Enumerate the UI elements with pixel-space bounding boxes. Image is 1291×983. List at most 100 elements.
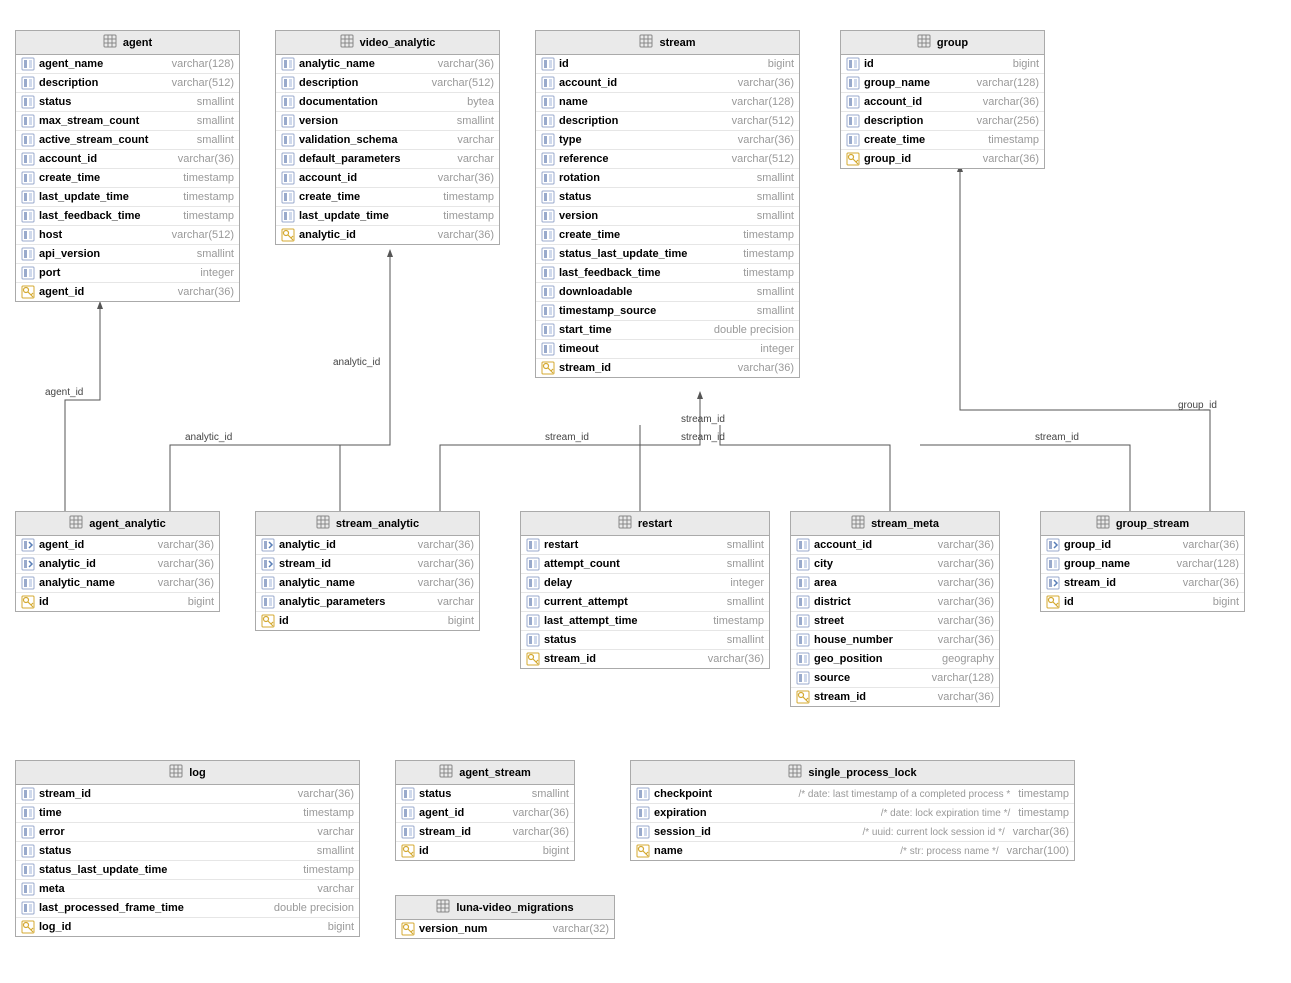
column-row[interactable]: account_id varchar(36) [536, 74, 799, 93]
column-row[interactable]: agent_name varchar(128) [16, 55, 239, 74]
column-row[interactable]: status smallint [16, 93, 239, 112]
column-row[interactable]: reference varchar(512) [536, 150, 799, 169]
column-row[interactable]: account_id varchar(36) [791, 536, 999, 555]
column-row[interactable]: last_attempt_time timestamp [521, 612, 769, 631]
column-row[interactable]: house_number varchar(36) [791, 631, 999, 650]
column-row[interactable]: create_time timestamp [841, 131, 1044, 150]
column-row[interactable]: restart smallint [521, 536, 769, 555]
column-row[interactable]: geo_position geography [791, 650, 999, 669]
table-log[interactable]: log stream_id varchar(36) time timestamp… [15, 760, 360, 937]
column-row[interactable]: max_stream_count smallint [16, 112, 239, 131]
column-row[interactable]: description varchar(256) [841, 112, 1044, 131]
column-row[interactable]: timestamp_source smallint [536, 302, 799, 321]
table-luna_video_migrations[interactable]: luna-video_migrations version_num varcha… [395, 895, 615, 939]
column-row[interactable]: stream_id varchar(36) [256, 555, 479, 574]
column-row[interactable]: active_stream_count smallint [16, 131, 239, 150]
column-row[interactable]: stream_id varchar(36) [536, 359, 799, 377]
column-row[interactable]: analytic_name varchar(36) [276, 55, 499, 74]
column-row[interactable]: version smallint [276, 112, 499, 131]
table-agent_stream[interactable]: agent_stream status smallint agent_id va… [395, 760, 575, 861]
column-row[interactable]: type varchar(36) [536, 131, 799, 150]
column-row[interactable]: analytic_id varchar(36) [276, 226, 499, 244]
column-row[interactable]: status smallint [16, 842, 359, 861]
column-row[interactable]: version_num varchar(32) [396, 920, 614, 938]
column-row[interactable]: attempt_count smallint [521, 555, 769, 574]
column-row[interactable]: status_last_update_time timestamp [16, 861, 359, 880]
column-row[interactable]: time timestamp [16, 804, 359, 823]
column-row[interactable]: delay integer [521, 574, 769, 593]
column-row[interactable]: group_id varchar(36) [1041, 536, 1244, 555]
column-row[interactable]: documentation bytea [276, 93, 499, 112]
column-row[interactable]: session_id /* uuid: current lock session… [631, 823, 1074, 842]
column-row[interactable]: id bigint [536, 55, 799, 74]
column-row[interactable]: id bigint [396, 842, 574, 860]
column-row[interactable]: status smallint [536, 188, 799, 207]
column-row[interactable]: create_time timestamp [16, 169, 239, 188]
column-row[interactable]: stream_id varchar(36) [16, 785, 359, 804]
column-row[interactable]: agent_id varchar(36) [396, 804, 574, 823]
column-row[interactable]: create_time timestamp [536, 226, 799, 245]
column-row[interactable]: account_id varchar(36) [841, 93, 1044, 112]
table-single_process_lock[interactable]: single_process_lock checkpoint /* date: … [630, 760, 1075, 861]
column-row[interactable]: description varchar(512) [276, 74, 499, 93]
column-row[interactable]: group_name varchar(128) [841, 74, 1044, 93]
column-row[interactable]: host varchar(512) [16, 226, 239, 245]
column-row[interactable]: id bigint [16, 593, 219, 611]
column-row[interactable]: rotation smallint [536, 169, 799, 188]
column-row[interactable]: analytic_parameters varchar [256, 593, 479, 612]
column-row[interactable]: stream_id varchar(36) [396, 823, 574, 842]
column-row[interactable]: status smallint [521, 631, 769, 650]
column-row[interactable]: name varchar(128) [536, 93, 799, 112]
column-row[interactable]: account_id varchar(36) [276, 169, 499, 188]
column-row[interactable]: group_name varchar(128) [1041, 555, 1244, 574]
column-row[interactable]: description varchar(512) [536, 112, 799, 131]
column-row[interactable]: last_update_time timestamp [276, 207, 499, 226]
column-row[interactable]: timeout integer [536, 340, 799, 359]
column-row[interactable]: current_attempt smallint [521, 593, 769, 612]
table-agent_analytic[interactable]: agent_analytic agent_id varchar(36) anal… [15, 511, 220, 612]
column-row[interactable]: area varchar(36) [791, 574, 999, 593]
column-row[interactable]: last_processed_frame_time double precisi… [16, 899, 359, 918]
table-group[interactable]: group id bigint group_name varchar(128) … [840, 30, 1045, 169]
table-stream_meta[interactable]: stream_meta account_id varchar(36) city … [790, 511, 1000, 707]
column-row[interactable]: id bigint [256, 612, 479, 630]
table-restart[interactable]: restart restart smallint attempt_count s… [520, 511, 770, 669]
column-row[interactable]: description varchar(512) [16, 74, 239, 93]
column-row[interactable]: name /* str: process name */ varchar(100… [631, 842, 1074, 860]
column-row[interactable]: group_id varchar(36) [841, 150, 1044, 168]
column-row[interactable]: status smallint [396, 785, 574, 804]
column-row[interactable]: port integer [16, 264, 239, 283]
column-row[interactable]: analytic_name varchar(36) [16, 574, 219, 593]
column-row[interactable]: error varchar [16, 823, 359, 842]
column-row[interactable]: source varchar(128) [791, 669, 999, 688]
column-row[interactable]: analytic_id varchar(36) [256, 536, 479, 555]
column-row[interactable]: downloadable smallint [536, 283, 799, 302]
column-row[interactable]: expiration /* date: lock expiration time… [631, 804, 1074, 823]
column-row[interactable]: log_id bigint [16, 918, 359, 936]
table-stream_analytic[interactable]: stream_analytic analytic_id varchar(36) … [255, 511, 480, 631]
column-row[interactable]: last_feedback_time timestamp [536, 264, 799, 283]
column-row[interactable]: street varchar(36) [791, 612, 999, 631]
column-row[interactable]: id bigint [1041, 593, 1244, 611]
column-row[interactable]: stream_id varchar(36) [521, 650, 769, 668]
column-row[interactable]: id bigint [841, 55, 1044, 74]
column-row[interactable]: api_version smallint [16, 245, 239, 264]
column-row[interactable]: version smallint [536, 207, 799, 226]
table-video_analytic[interactable]: video_analytic analytic_name varchar(36)… [275, 30, 500, 245]
column-row[interactable]: last_feedback_time timestamp [16, 207, 239, 226]
column-row[interactable]: analytic_name varchar(36) [256, 574, 479, 593]
column-row[interactable]: validation_schema varchar [276, 131, 499, 150]
column-row[interactable]: stream_id varchar(36) [791, 688, 999, 706]
column-row[interactable]: agent_id varchar(36) [16, 536, 219, 555]
column-row[interactable]: account_id varchar(36) [16, 150, 239, 169]
column-row[interactable]: last_update_time timestamp [16, 188, 239, 207]
column-row[interactable]: checkpoint /* date: last timestamp of a … [631, 785, 1074, 804]
column-row[interactable]: default_parameters varchar [276, 150, 499, 169]
table-group_stream[interactable]: group_stream group_id varchar(36) group_… [1040, 511, 1245, 612]
column-row[interactable]: start_time double precision [536, 321, 799, 340]
column-row[interactable]: status_last_update_time timestamp [536, 245, 799, 264]
column-row[interactable]: city varchar(36) [791, 555, 999, 574]
column-row[interactable]: meta varchar [16, 880, 359, 899]
table-agent[interactable]: agent agent_name varchar(128) descriptio… [15, 30, 240, 302]
column-row[interactable]: stream_id varchar(36) [1041, 574, 1244, 593]
